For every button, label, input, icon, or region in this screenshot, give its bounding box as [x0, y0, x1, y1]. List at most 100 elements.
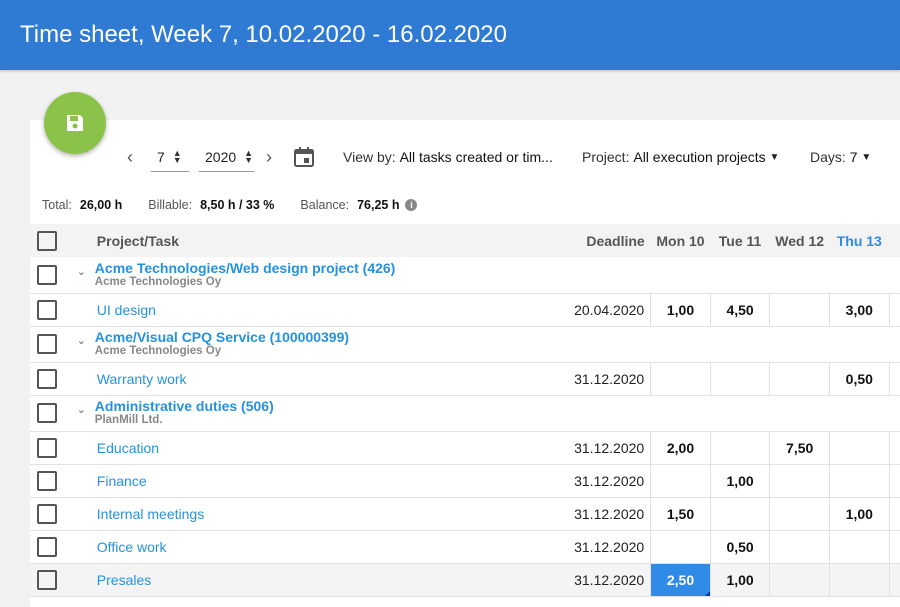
hours-cell[interactable]	[650, 362, 711, 395]
row-checkbox[interactable]	[37, 403, 58, 423]
hours-cell[interactable]	[769, 362, 830, 395]
group-title[interactable]: Acme Technologies/Web design project (42…	[95, 260, 396, 276]
balance-value: 76,25 h	[357, 198, 400, 212]
deadline-cell: 20.04.2020	[574, 301, 645, 318]
hours-cell[interactable]	[769, 530, 830, 563]
total-value: 26,00 h	[79, 198, 123, 212]
days-dropdown[interactable]: Days: 7 ▼	[810, 142, 871, 172]
collapse-chevron-icon[interactable]: ⌄	[77, 265, 95, 278]
deadline-cell: 31.12.2020	[574, 472, 645, 489]
task-link[interactable]: Office work	[97, 539, 167, 555]
row-edge	[889, 464, 900, 497]
floppy-disk-icon	[67, 115, 83, 131]
view-by-dropdown[interactable]: View by: All tasks created or tim...	[343, 142, 553, 172]
days-value: 7	[849, 149, 858, 165]
timesheet-table: Project/Task Deadline Mon 10 Tue 11 Wed …	[30, 224, 900, 597]
hours-cell[interactable]: 0,50	[709, 530, 770, 563]
row-checkbox[interactable]	[37, 470, 58, 491]
hours-cell[interactable]	[709, 431, 770, 464]
toolbar: ‹ 7 ▲ ▼ 2020 ▲ ▼ › View by: All tasks crea…	[0, 142, 900, 172]
hours-cell[interactable]	[709, 362, 770, 395]
header-day-thu: Thu 13	[829, 224, 890, 257]
hours-cell[interactable]: 1,00	[709, 563, 770, 596]
calendar-icon	[294, 147, 314, 167]
hours-cell[interactable]	[769, 293, 830, 326]
row-checkbox[interactable]	[37, 264, 58, 285]
billable-value: 8,50 h / 33 %	[200, 198, 275, 212]
select-all-checkbox[interactable]	[37, 230, 58, 251]
hours-cell[interactable]: 1,00	[828, 497, 890, 530]
row-checkbox[interactable]	[37, 503, 58, 524]
deadline-cell: 31.12.2020	[574, 439, 645, 456]
task-link[interactable]: Internal meetings	[97, 506, 204, 522]
year-stepper[interactable]: 2020 ▲ ▼	[199, 142, 254, 172]
week-stepper[interactable]: 7 ▲ ▼	[151, 142, 189, 172]
info-icon[interactable]: i	[405, 199, 418, 211]
row-checkbox[interactable]	[37, 437, 58, 458]
hours-cell[interactable]: 4,50	[709, 293, 770, 326]
group-row: ⌄ Acme Technologies/Web design project (…	[30, 257, 900, 293]
stepper-arrows-icon[interactable]: ▲ ▼	[244, 148, 253, 164]
hours-cell[interactable]	[769, 497, 830, 530]
hours-cell[interactable]	[828, 431, 890, 464]
header-task[interactable]: Project/Task	[64, 224, 536, 257]
hours-cell-selected[interactable]: 2,50	[650, 563, 711, 596]
collapse-chevron-icon[interactable]: ⌄	[77, 334, 95, 347]
week-value: 7	[157, 148, 165, 165]
calendar-button[interactable]	[293, 142, 315, 172]
project-dropdown[interactable]: Project: All execution projects ▼	[582, 142, 779, 172]
hours-cell[interactable]	[709, 497, 770, 530]
project-label: Project:	[582, 149, 630, 165]
view-by-label: View by:	[343, 149, 396, 165]
task-link[interactable]: Education	[97, 440, 159, 456]
group-cell: ⌄ Acme/Visual CPQ Service (100000399) Ac…	[65, 326, 900, 362]
row-checkbox[interactable]	[37, 334, 58, 354]
hours-cell[interactable]	[769, 464, 830, 497]
billable-label: Billable:	[148, 198, 193, 212]
task-link[interactable]: Warranty work	[97, 371, 187, 387]
group-cell: ⌄ Acme Technologies/Web design project (…	[65, 257, 900, 293]
total-label: Total:	[42, 198, 72, 212]
row-checkbox[interactable]	[37, 536, 58, 557]
stepper-arrows-icon[interactable]: ▲ ▼	[173, 148, 182, 164]
hours-cell[interactable]: 1,00	[709, 464, 770, 497]
header-deadline[interactable]: Deadline	[535, 224, 651, 257]
row-select-cell	[30, 464, 65, 497]
task-link[interactable]: UI design	[97, 302, 156, 318]
hours-cell[interactable]: 2,00	[650, 431, 711, 464]
hours-cell[interactable]: 3,00	[828, 293, 890, 326]
hours-cell[interactable]: 1,00	[650, 293, 711, 326]
row-checkbox[interactable]	[37, 299, 58, 320]
view-by-value: All tasks created or tim...	[399, 149, 553, 165]
row-checkbox[interactable]	[37, 368, 58, 389]
group-row: ⌄ Administrative duties (506) PlanMill L…	[30, 395, 900, 431]
group-cell: ⌄ Administrative duties (506) PlanMill L…	[65, 395, 900, 431]
table-row: Finance 31.12.2020 1,00	[30, 464, 900, 497]
dropdown-caret-icon: ▼	[769, 151, 780, 163]
row-checkbox[interactable]	[37, 569, 58, 590]
hours-cell[interactable]	[828, 464, 890, 497]
group-title[interactable]: Administrative duties (506)	[95, 399, 274, 414]
row-select-cell	[30, 497, 65, 530]
table-row: Education 31.12.2020 2,00 7,50	[30, 431, 900, 464]
summary-bar: Total: 26,00 h Billable: 8,50 h / 33 % B…	[42, 197, 418, 213]
row-edge	[889, 563, 900, 596]
hours-cell[interactable]: 7,50	[769, 431, 830, 464]
prev-week-chevron-icon[interactable]: ‹	[127, 142, 133, 172]
task-link[interactable]: Finance	[97, 473, 147, 489]
hours-cell[interactable]	[769, 563, 830, 596]
next-week-chevron-icon[interactable]: ›	[266, 142, 272, 172]
hours-cell[interactable]: 1,50	[650, 497, 711, 530]
group-title[interactable]: Acme/Visual CPQ Service (100000399)	[95, 330, 349, 345]
collapse-chevron-icon[interactable]: ⌄	[77, 403, 95, 416]
hours-cell[interactable]	[828, 530, 890, 563]
table-row: UI design 20.04.2020 1,00 4,50 3,00	[30, 293, 900, 326]
task-link[interactable]: Presales	[97, 572, 151, 588]
days-label: Days:	[810, 149, 846, 165]
hours-cell[interactable]	[650, 530, 711, 563]
save-button[interactable]	[44, 92, 106, 154]
deadline-cell: 31.12.2020	[574, 505, 645, 522]
hours-cell[interactable]	[828, 563, 890, 596]
hours-cell[interactable]: 0,50	[828, 362, 890, 395]
hours-cell[interactable]	[650, 464, 711, 497]
